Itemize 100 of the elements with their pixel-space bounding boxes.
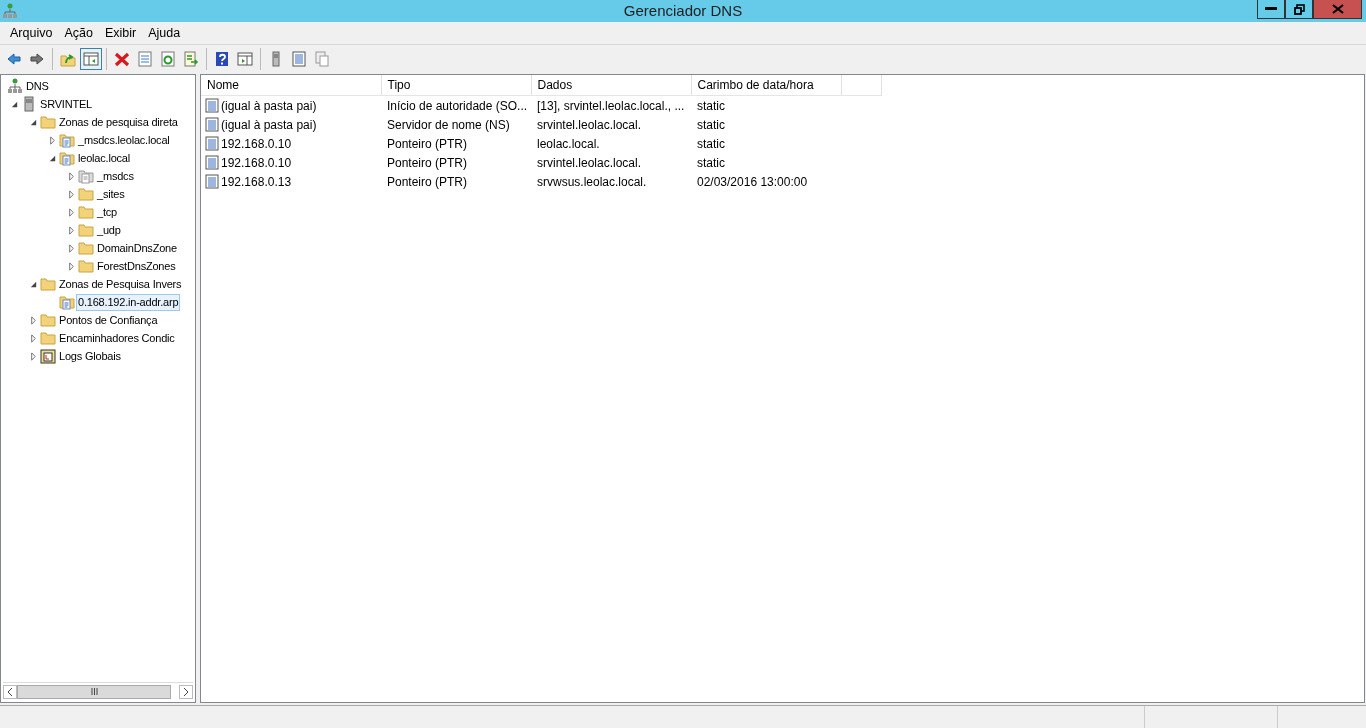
table-cell: Servidor de nome (NS) <box>387 117 510 132</box>
expand-arrow-icon[interactable] <box>48 135 57 145</box>
folder-icon <box>78 186 94 202</box>
table-cell: 192.168.0.10 <box>221 155 292 170</box>
table-cell: 02/03/2016 13:00:00 <box>697 174 808 189</box>
minimize-button[interactable] <box>1257 0 1285 19</box>
close-icon <box>1331 4 1344 14</box>
expand-arrow-icon[interactable] <box>29 333 38 343</box>
tree-item[interactable]: Logs Globais <box>57 347 123 365</box>
tree-item[interactable]: _udp <box>95 221 123 239</box>
folder-icon <box>40 312 56 328</box>
record-icon <box>205 174 219 189</box>
tree-item[interactable]: ForestDnsZones <box>95 257 178 275</box>
table-cell: [13], srvintel.leolac.local., ... <box>537 98 685 113</box>
tree-item[interactable]: Zonas de Pesquisa Invers <box>57 275 184 293</box>
tree-item[interactable]: _sites <box>95 185 127 203</box>
zone-icon <box>59 132 75 148</box>
record-icon <box>205 136 219 151</box>
table-cell: 192.168.0.10 <box>221 136 292 151</box>
delete-icon <box>114 50 130 67</box>
table-cell: static <box>697 98 725 113</box>
column-header[interactable]: Nome <box>201 75 381 96</box>
table-cell: Início de autoridade (SO... <box>387 98 528 113</box>
table-cell: (igual à pasta pai) <box>221 117 317 132</box>
logs-icon <box>40 348 56 364</box>
export-list-icon <box>183 50 199 67</box>
table-cell: Ponteiro (PTR) <box>387 136 468 151</box>
table-cell: static <box>697 155 725 170</box>
list-icon <box>291 50 307 67</box>
scroll-left-button[interactable] <box>3 684 17 699</box>
tree-item[interactable]: _msdcs <box>95 167 136 185</box>
folder-icon <box>78 222 94 238</box>
column-header[interactable]: Tipo <box>381 75 531 96</box>
back-arrow-icon <box>6 50 22 67</box>
zone-icon <box>59 294 75 310</box>
table-cell: Ponteiro (PTR) <box>387 155 468 170</box>
table-cell: srvwsus.leolac.local. <box>537 174 647 189</box>
expand-arrow-icon[interactable] <box>67 261 76 271</box>
collapse-arrow-icon[interactable] <box>10 99 19 109</box>
expand-arrow-icon[interactable] <box>29 351 38 361</box>
expand-arrow-icon[interactable] <box>67 225 76 235</box>
minimize-icon <box>1265 7 1277 11</box>
zone-icon <box>78 168 94 184</box>
table-cell: static <box>697 117 725 132</box>
restore-button[interactable] <box>1285 0 1313 19</box>
collapse-arrow-icon[interactable] <box>29 117 38 127</box>
chevron-left-icon <box>7 687 13 696</box>
tree-item[interactable]: DomainDnsZone <box>95 239 179 257</box>
tree-item[interactable]: Encaminhadores Condic <box>57 329 177 347</box>
expand-arrow-icon[interactable] <box>67 189 76 199</box>
scroll-right-button[interactable] <box>179 684 193 699</box>
table-cell: (igual à pasta pai) <box>221 98 317 113</box>
expand-arrow-icon[interactable] <box>67 207 76 217</box>
table-cell: Ponteiro (PTR) <box>387 174 468 189</box>
app-icon <box>3 3 17 19</box>
collapse-arrow-icon[interactable] <box>48 153 57 163</box>
menu-item[interactable]: Arquivo <box>4 26 59 40</box>
chevron-right-icon <box>183 687 189 696</box>
copy-icon <box>314 50 330 67</box>
zone-icon <box>59 150 75 166</box>
properties-icon <box>137 50 153 67</box>
column-header[interactable]: Dados <box>531 75 691 96</box>
pane-toggle-icon <box>83 50 99 67</box>
expand-arrow-icon[interactable] <box>29 315 38 325</box>
menu-item[interactable]: Ação <box>58 26 99 40</box>
table-cell: srvintel.leolac.local. <box>537 117 642 132</box>
folder-icon <box>40 330 56 346</box>
expand-arrow-icon[interactable] <box>67 171 76 181</box>
toolbar-button[interactable] <box>80 47 102 70</box>
tree-item[interactable]: _msdcs.leolac.local <box>76 131 172 149</box>
record-icon <box>205 98 219 113</box>
table-cell: srvintel.leolac.local. <box>537 155 642 170</box>
menu-item[interactable]: Ajuda <box>142 26 187 40</box>
column-header[interactable]: Carimbo de data/hora <box>691 75 841 96</box>
grip-icon <box>90 688 98 695</box>
folder-icon <box>78 240 94 256</box>
server-icon <box>21 96 37 112</box>
restore-icon <box>1293 3 1305 15</box>
window-title: Gerenciador DNS <box>623 2 743 19</box>
folder-icon <box>78 204 94 220</box>
close-button[interactable] <box>1313 0 1362 19</box>
tree-item[interactable]: Zonas de pesquisa direta <box>57 113 180 131</box>
tree-item[interactable]: DNS <box>24 77 51 95</box>
refresh-icon <box>160 50 176 67</box>
forward-arrow-icon <box>29 50 45 67</box>
action-pane-icon <box>237 50 253 67</box>
tree-item[interactable]: _tcp <box>95 203 119 221</box>
tree-item[interactable]: Pontos de Confiança <box>57 311 160 329</box>
tree-item[interactable]: 0.168.192.in-addr.arp <box>76 293 181 311</box>
collapse-arrow-icon[interactable] <box>29 279 38 289</box>
tree-item[interactable]: leolac.local <box>76 149 133 167</box>
table-cell: static <box>697 136 725 151</box>
expand-arrow-icon[interactable] <box>67 243 76 253</box>
table-cell: leolac.local. <box>537 136 600 151</box>
network-icon <box>7 78 23 94</box>
scrollbar-thumb[interactable] <box>17 684 171 699</box>
tree-item[interactable]: SRVINTEL <box>38 95 94 113</box>
record-icon <box>205 117 219 132</box>
menu-item[interactable]: Exibir <box>98 26 143 40</box>
help-icon <box>214 50 230 67</box>
